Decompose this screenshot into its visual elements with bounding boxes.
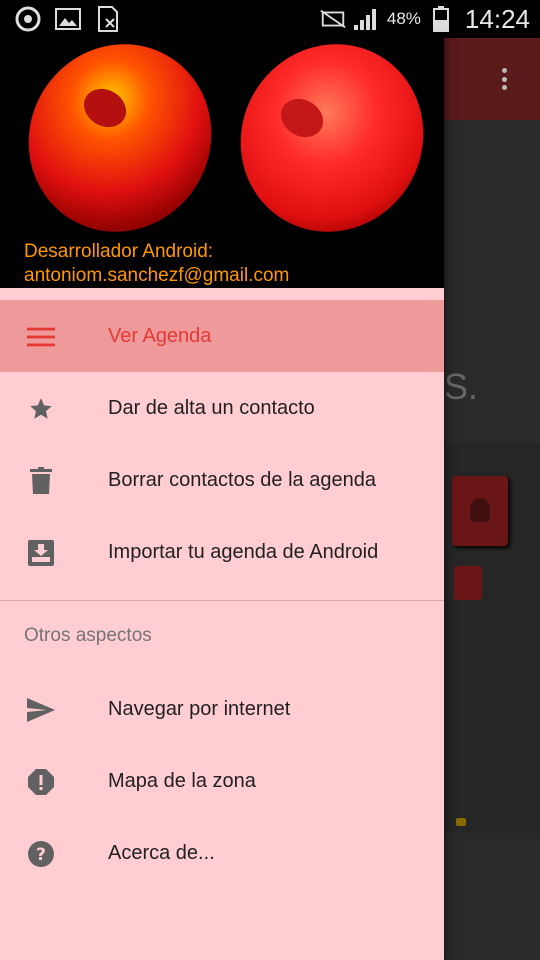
- menu-icon: [27, 323, 55, 351]
- background-app: S.: [444, 38, 540, 960]
- developer-title: Desarrollador Android:: [24, 241, 214, 262]
- clock: 14:24: [464, 3, 530, 34]
- menu-item-importar-agenda[interactable]: Importar tu agenda de Android: [0, 516, 444, 588]
- menu-item-dar-de-alta[interactable]: Dar de alta un contacto: [0, 372, 444, 444]
- drawer-header: Desarrollador Android: antoniom.sanchezf…: [0, 38, 444, 288]
- menu-item-label: Ver Agenda: [108, 324, 212, 347]
- menu-item-mapa[interactable]: Mapa de la zona: [0, 745, 444, 817]
- menu-item-label: Importar tu agenda de Android: [108, 540, 379, 563]
- help-icon: ?: [27, 840, 55, 868]
- menu-item-label: Navegar por internet: [108, 697, 291, 720]
- menu-item-label: Acerca de...: [108, 841, 215, 864]
- background-text: S.: [444, 366, 479, 407]
- trash-icon: [27, 467, 55, 495]
- small-contact-icon: [454, 566, 482, 600]
- star-icon: [27, 395, 55, 423]
- menu-item-label: Dar de alta un contacto: [108, 396, 315, 419]
- sim-card-icon: [94, 5, 122, 33]
- header-donut-image: [240, 44, 424, 232]
- alert-icon: [27, 768, 55, 796]
- signal-icon: [353, 5, 381, 33]
- header-donut-image: [28, 44, 212, 232]
- background-toolbar: [444, 38, 540, 120]
- notification-app-icon: [14, 5, 42, 33]
- developer-info: Desarrollador Android: antoniom.sanchezf…: [24, 240, 289, 288]
- battery-percent: 48%: [386, 9, 421, 28]
- image-icon: [54, 5, 82, 33]
- menu-item-ver-agenda[interactable]: Ver Agenda: [0, 300, 444, 372]
- menu-item-acerca-de[interactable]: ? Acerca de...: [0, 817, 444, 889]
- menu-item-label: Mapa de la zona: [108, 769, 256, 792]
- mute-icon: [319, 5, 347, 33]
- decoration-dot: [456, 818, 466, 826]
- overflow-menu-icon[interactable]: [494, 64, 514, 94]
- drawer-menu: Ver Agenda Dar de alta un contacto Borra…: [0, 300, 444, 889]
- import-icon: [27, 539, 55, 567]
- svg-text:?: ?: [36, 845, 46, 865]
- navigation-drawer: Desarrollador Android: antoniom.sanchezf…: [0, 38, 444, 960]
- developer-email: antoniom.sanchezf@gmail.com: [24, 265, 290, 286]
- contact-book-icon: [452, 476, 508, 546]
- battery-icon: [427, 5, 455, 33]
- send-icon: [27, 696, 55, 724]
- menu-item-navegar[interactable]: Navegar por internet: [0, 673, 444, 745]
- menu-item-borrar-contactos[interactable]: Borrar contactos de la agenda: [0, 444, 444, 516]
- status-bar: 48% 14:24: [0, 0, 540, 38]
- menu-item-label: Borrar contactos de la agenda: [108, 468, 376, 491]
- section-title: Otros aspectos: [24, 625, 152, 646]
- section-header: Otros aspectos: [0, 601, 444, 661]
